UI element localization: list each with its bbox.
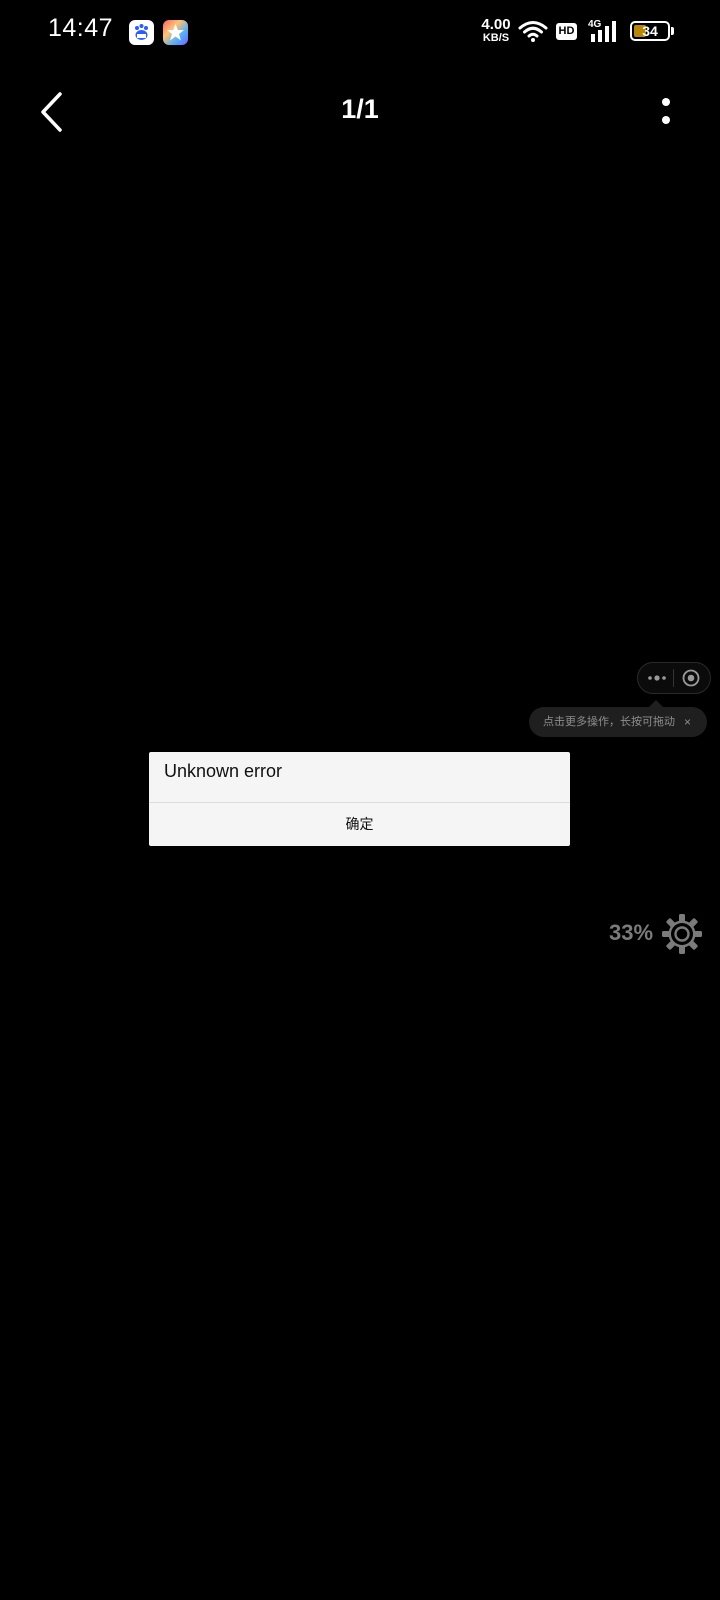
battery-icon: 34 xyxy=(630,21,670,41)
more-options-button[interactable] xyxy=(650,92,686,132)
status-bar: 14:47 4.00 KB/S HD 4G 34 xyxy=(0,0,720,64)
dialog-confirm-button[interactable]: 确定 xyxy=(149,803,570,846)
network-speed-value: 4.00 xyxy=(481,16,511,33)
star-app-icon xyxy=(163,20,188,45)
capsule-tooltip: 点击更多操作，长按可拖动 × xyxy=(529,707,707,737)
battery-level: 34 xyxy=(642,23,658,39)
more-dots-icon xyxy=(648,675,666,681)
target-circle-icon xyxy=(682,669,700,687)
loading-progress-text: 33% xyxy=(609,920,654,945)
signal-4g-icon: 4G xyxy=(588,18,622,49)
dialog-message: Unknown error xyxy=(164,761,283,781)
error-dialog: Unknown error 确定 xyxy=(149,752,570,846)
capsule-divider xyxy=(673,669,674,687)
capsule-close-button[interactable] xyxy=(679,667,703,689)
tooltip-text: 点击更多操作，长按可拖动 xyxy=(543,716,675,728)
battery-cap xyxy=(671,27,674,35)
wifi-icon xyxy=(518,19,548,48)
page-counter: 1/1 xyxy=(341,94,379,124)
network-type-label: 4G xyxy=(588,19,602,30)
more-vertical-icon xyxy=(662,98,670,106)
network-speed: 4.00 KB/S xyxy=(476,17,516,44)
capsule-more-button[interactable] xyxy=(644,668,670,688)
screen: 14:47 4.00 KB/S HD 4G 34 1/1 点击更多操作，长按可拖… xyxy=(0,0,720,1600)
hd-icon: HD xyxy=(556,23,577,40)
status-time: 14:47 xyxy=(48,14,114,42)
more-vertical-icon-dot xyxy=(662,116,670,124)
baidu-maps-icon xyxy=(129,20,154,45)
network-speed-unit: KB/S xyxy=(482,32,510,44)
miniprogram-capsule xyxy=(637,662,711,694)
gear-icon[interactable] xyxy=(660,912,704,956)
tooltip-close-button[interactable]: × xyxy=(684,707,691,737)
